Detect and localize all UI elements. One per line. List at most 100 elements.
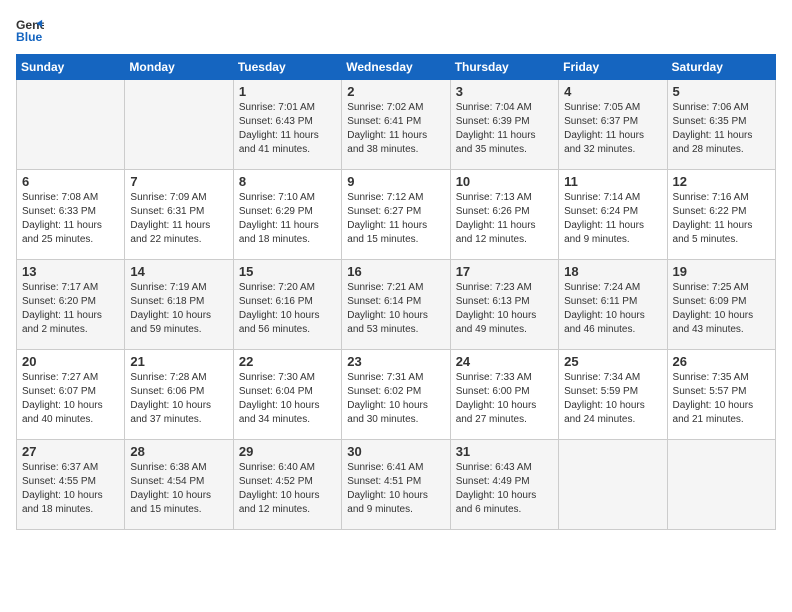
calendar-cell: 7 Sunrise: 7:09 AM Sunset: 6:31 PM Daylig…	[125, 170, 233, 260]
day-number: 30	[347, 444, 444, 459]
day-info: Sunrise: 7:05 AM Sunset: 6:37 PM Dayligh…	[564, 101, 661, 157]
day-number: 25	[564, 354, 661, 369]
day-info: Sunrise: 7:17 AM Sunset: 6:20 PM Dayligh…	[22, 281, 119, 337]
calendar-cell: 12 Sunrise: 7:16 AM Sunset: 6:22 PM Dayli…	[667, 170, 775, 260]
calendar-cell: 15 Sunrise: 7:20 AM Sunset: 6:16 PM Dayli…	[233, 260, 341, 350]
calendar-cell: 26 Sunrise: 7:35 AM Sunset: 5:57 PM Dayli…	[667, 350, 775, 440]
day-number: 26	[673, 354, 770, 369]
calendar-week-1: 1Sunrise: 7:01 AM Sunset: 6:43 PM Daylig…	[17, 80, 776, 170]
day-number: 31	[456, 444, 553, 459]
calendar-header: SundayMondayTuesdayWednesdayThursdayFrid…	[17, 55, 776, 80]
calendar-cell: 9 Sunrise: 7:12 AM Sunset: 6:27 PM Daylig…	[342, 170, 450, 260]
day-number: 1	[239, 84, 336, 99]
weekday-header-monday: Monday	[125, 55, 233, 80]
day-info: Sunrise: 6:41 AM Sunset: 4:51 PM Dayligh…	[347, 461, 444, 517]
calendar-cell: 24 Sunrise: 7:33 AM Sunset: 6:00 PM Dayli…	[450, 350, 558, 440]
calendar-cell: 28 Sunrise: 6:38 AM Sunset: 4:54 PM Dayli…	[125, 440, 233, 530]
day-number: 27	[22, 444, 119, 459]
day-info: Sunrise: 6:43 AM Sunset: 4:49 PM Dayligh…	[456, 461, 553, 517]
svg-text:Blue: Blue	[16, 30, 43, 44]
calendar-body: 1Sunrise: 7:01 AM Sunset: 6:43 PM Daylig…	[17, 80, 776, 530]
calendar-cell	[125, 80, 233, 170]
day-info: Sunrise: 7:12 AM Sunset: 6:27 PM Dayligh…	[347, 191, 444, 247]
calendar-cell: 30 Sunrise: 6:41 AM Sunset: 4:51 PM Dayli…	[342, 440, 450, 530]
day-number: 15	[239, 264, 336, 279]
calendar-cell: 10 Sunrise: 7:13 AM Sunset: 6:26 PM Dayli…	[450, 170, 558, 260]
calendar-cell: 13Sunrise: 7:17 AM Sunset: 6:20 PM Dayli…	[17, 260, 125, 350]
calendar-cell: 20Sunrise: 7:27 AM Sunset: 6:07 PM Dayli…	[17, 350, 125, 440]
day-info: Sunrise: 7:27 AM Sunset: 6:07 PM Dayligh…	[22, 371, 119, 427]
day-number: 5	[673, 84, 770, 99]
page-header: General Blue	[16, 16, 776, 44]
day-info: Sunrise: 6:40 AM Sunset: 4:52 PM Dayligh…	[239, 461, 336, 517]
day-number: 19	[673, 264, 770, 279]
calendar-week-3: 13Sunrise: 7:17 AM Sunset: 6:20 PM Dayli…	[17, 260, 776, 350]
day-number: 14	[130, 264, 227, 279]
day-info: Sunrise: 7:10 AM Sunset: 6:29 PM Dayligh…	[239, 191, 336, 247]
calendar-cell	[17, 80, 125, 170]
calendar-cell: 1Sunrise: 7:01 AM Sunset: 6:43 PM Daylig…	[233, 80, 341, 170]
calendar-cell: 22 Sunrise: 7:30 AM Sunset: 6:04 PM Dayli…	[233, 350, 341, 440]
day-number: 12	[673, 174, 770, 189]
calendar-cell: 14Sunrise: 7:19 AM Sunset: 6:18 PM Dayli…	[125, 260, 233, 350]
calendar-cell	[559, 440, 667, 530]
calendar-cell: 2 Sunrise: 7:02 AM Sunset: 6:41 PM Daylig…	[342, 80, 450, 170]
weekday-header-saturday: Saturday	[667, 55, 775, 80]
calendar-cell	[667, 440, 775, 530]
day-number: 24	[456, 354, 553, 369]
day-info: Sunrise: 7:04 AM Sunset: 6:39 PM Dayligh…	[456, 101, 553, 157]
calendar-cell: 6Sunrise: 7:08 AM Sunset: 6:33 PM Daylig…	[17, 170, 125, 260]
logo-icon: General Blue	[16, 16, 44, 44]
calendar-cell: 29 Sunrise: 6:40 AM Sunset: 4:52 PM Dayli…	[233, 440, 341, 530]
day-number: 16	[347, 264, 444, 279]
calendar-cell: 21 Sunrise: 7:28 AM Sunset: 6:06 PM Dayli…	[125, 350, 233, 440]
day-info: Sunrise: 7:35 AM Sunset: 5:57 PM Dayligh…	[673, 371, 770, 427]
calendar-cell: 18Sunrise: 7:24 AM Sunset: 6:11 PM Dayli…	[559, 260, 667, 350]
weekday-header-tuesday: Tuesday	[233, 55, 341, 80]
calendar-cell: 27 Sunrise: 6:37 AM Sunset: 4:55 PM Dayli…	[17, 440, 125, 530]
calendar-cell: 4 Sunrise: 7:05 AM Sunset: 6:37 PM Daylig…	[559, 80, 667, 170]
weekday-header-wednesday: Wednesday	[342, 55, 450, 80]
day-number: 28	[130, 444, 227, 459]
logo: General Blue	[16, 16, 44, 44]
calendar-week-4: 20Sunrise: 7:27 AM Sunset: 6:07 PM Dayli…	[17, 350, 776, 440]
calendar-cell: 25 Sunrise: 7:34 AM Sunset: 5:59 PM Dayli…	[559, 350, 667, 440]
day-info: Sunrise: 7:09 AM Sunset: 6:31 PM Dayligh…	[130, 191, 227, 247]
day-info: Sunrise: 7:02 AM Sunset: 6:41 PM Dayligh…	[347, 101, 444, 157]
day-info: Sunrise: 7:16 AM Sunset: 6:22 PM Dayligh…	[673, 191, 770, 247]
calendar-cell: 8 Sunrise: 7:10 AM Sunset: 6:29 PM Daylig…	[233, 170, 341, 260]
day-info: Sunrise: 7:25 AM Sunset: 6:09 PM Dayligh…	[673, 281, 770, 337]
calendar-cell: 17 Sunrise: 7:23 AM Sunset: 6:13 PM Dayli…	[450, 260, 558, 350]
day-info: Sunrise: 7:28 AM Sunset: 6:06 PM Dayligh…	[130, 371, 227, 427]
day-info: Sunrise: 7:34 AM Sunset: 5:59 PM Dayligh…	[564, 371, 661, 427]
day-number: 4	[564, 84, 661, 99]
day-number: 2	[347, 84, 444, 99]
day-info: Sunrise: 6:37 AM Sunset: 4:55 PM Dayligh…	[22, 461, 119, 517]
day-info: Sunrise: 7:21 AM Sunset: 6:14 PM Dayligh…	[347, 281, 444, 337]
calendar-week-5: 27 Sunrise: 6:37 AM Sunset: 4:55 PM Dayli…	[17, 440, 776, 530]
day-number: 21	[130, 354, 227, 369]
day-info: Sunrise: 7:14 AM Sunset: 6:24 PM Dayligh…	[564, 191, 661, 247]
day-info: Sunrise: 7:13 AM Sunset: 6:26 PM Dayligh…	[456, 191, 553, 247]
day-number: 10	[456, 174, 553, 189]
day-info: Sunrise: 7:20 AM Sunset: 6:16 PM Dayligh…	[239, 281, 336, 337]
weekday-header-row: SundayMondayTuesdayWednesdayThursdayFrid…	[17, 55, 776, 80]
day-info: Sunrise: 7:23 AM Sunset: 6:13 PM Dayligh…	[456, 281, 553, 337]
day-number: 7	[130, 174, 227, 189]
day-number: 23	[347, 354, 444, 369]
day-number: 9	[347, 174, 444, 189]
calendar-cell: 16 Sunrise: 7:21 AM Sunset: 6:14 PM Dayli…	[342, 260, 450, 350]
day-number: 11	[564, 174, 661, 189]
calendar-cell: 31 Sunrise: 6:43 AM Sunset: 4:49 PM Dayli…	[450, 440, 558, 530]
weekday-header-sunday: Sunday	[17, 55, 125, 80]
day-number: 8	[239, 174, 336, 189]
calendar-cell: 23Sunrise: 7:31 AM Sunset: 6:02 PM Dayli…	[342, 350, 450, 440]
day-number: 22	[239, 354, 336, 369]
calendar-cell: 3Sunrise: 7:04 AM Sunset: 6:39 PM Daylig…	[450, 80, 558, 170]
day-info: Sunrise: 7:08 AM Sunset: 6:33 PM Dayligh…	[22, 191, 119, 247]
day-number: 17	[456, 264, 553, 279]
day-number: 29	[239, 444, 336, 459]
day-info: Sunrise: 7:33 AM Sunset: 6:00 PM Dayligh…	[456, 371, 553, 427]
day-info: Sunrise: 7:30 AM Sunset: 6:04 PM Dayligh…	[239, 371, 336, 427]
day-info: Sunrise: 6:38 AM Sunset: 4:54 PM Dayligh…	[130, 461, 227, 517]
